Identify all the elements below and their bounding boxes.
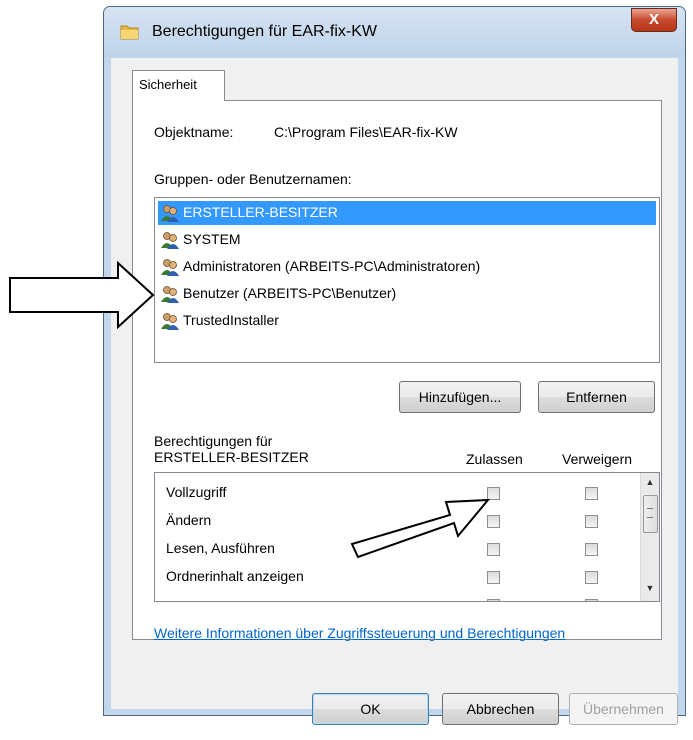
more-info-link[interactable]: Weitere Informationen über Zugriffssteue… [154, 625, 565, 641]
allow-checkbox[interactable] [487, 599, 500, 601]
groups-listbox[interactable]: ERSTELLER-BESITZER SYSTEM Administratoren … [154, 197, 660, 363]
window-title: Berechtigungen für EAR-fix-KW [152, 23, 377, 40]
deny-checkbox[interactable] [585, 515, 598, 528]
deny-checkbox[interactable] [585, 487, 598, 500]
deny-checkbox[interactable] [585, 599, 598, 601]
add-button[interactable]: Hinzufügen... [399, 381, 521, 413]
list-item-label: ERSTELLER-BESITZER [183, 204, 338, 220]
tab-security[interactable]: Sicherheit [132, 70, 225, 101]
dialog-body: Sicherheit Objektname: C:\Program Files\… [111, 58, 678, 725]
list-item[interactable]: ERSTELLER-BESITZER [158, 201, 656, 225]
tab-label: Sicherheit [139, 77, 197, 92]
close-button[interactable]: X [631, 8, 677, 32]
deny-checkbox[interactable] [585, 543, 598, 556]
ok-button[interactable]: OK [312, 693, 429, 725]
list-item[interactable]: Administratoren (ARBEITS-PC\Administrato… [158, 255, 656, 279]
remove-button[interactable]: Entfernen [538, 381, 655, 413]
permission-name: Ändern [166, 512, 212, 528]
apply-button[interactable]: Übernehmen [569, 693, 678, 725]
scroll-down-icon[interactable]: ▼ [644, 581, 656, 595]
permissions-dialog: Berechtigungen für EAR-fix-KW X Sicherhe… [103, 6, 686, 725]
scroll-thumb[interactable] [643, 495, 658, 533]
permission-name: Vollzugriff [166, 484, 227, 500]
pointer-arrow-checkbox [350, 498, 491, 559]
permissions-principal: ERSTELLER-BESITZER [154, 449, 309, 465]
permission-name: Ordnerinhalt anzeigen [166, 568, 304, 584]
permission-row [155, 591, 625, 601]
deny-column-header: Verweigern [562, 451, 633, 467]
list-item[interactable]: Benutzer (ARBEITS-PC\Benutzer) [158, 282, 656, 306]
deny-checkbox[interactable] [585, 571, 598, 584]
permission-name: Lesen, Ausführen [166, 540, 275, 556]
object-name-label: Objektname: [154, 124, 234, 140]
cancel-button[interactable]: Abbrechen [442, 693, 559, 725]
scrollbar[interactable]: ▲ ▼ [640, 473, 659, 601]
allow-column-header: Zulassen [466, 451, 523, 467]
list-item[interactable]: SYSTEM [158, 228, 656, 252]
list-item-label: Benutzer (ARBEITS-PC\Benutzer) [183, 285, 397, 301]
object-name-value: C:\Program Files\EAR-fix-KW [274, 124, 458, 140]
folder-icon [120, 25, 139, 40]
users-icon [161, 205, 179, 222]
list-item-label: TrustedInstaller [183, 312, 279, 328]
groups-label: Gruppen- oder Benutzernamen: [154, 171, 352, 187]
list-item-label: SYSTEM [183, 231, 241, 247]
list-item-label: Administratoren (ARBEITS-PC\Administrato… [183, 258, 481, 274]
permissions-for-label: Berechtigungen für [154, 433, 273, 449]
pointer-arrow-left [9, 260, 155, 330]
scroll-up-icon[interactable]: ▲ [644, 475, 656, 489]
list-item[interactable]: TrustedInstaller [158, 309, 656, 333]
title-bar[interactable]: Berechtigungen für EAR-fix-KW X [104, 7, 685, 57]
users-icon [161, 232, 179, 249]
